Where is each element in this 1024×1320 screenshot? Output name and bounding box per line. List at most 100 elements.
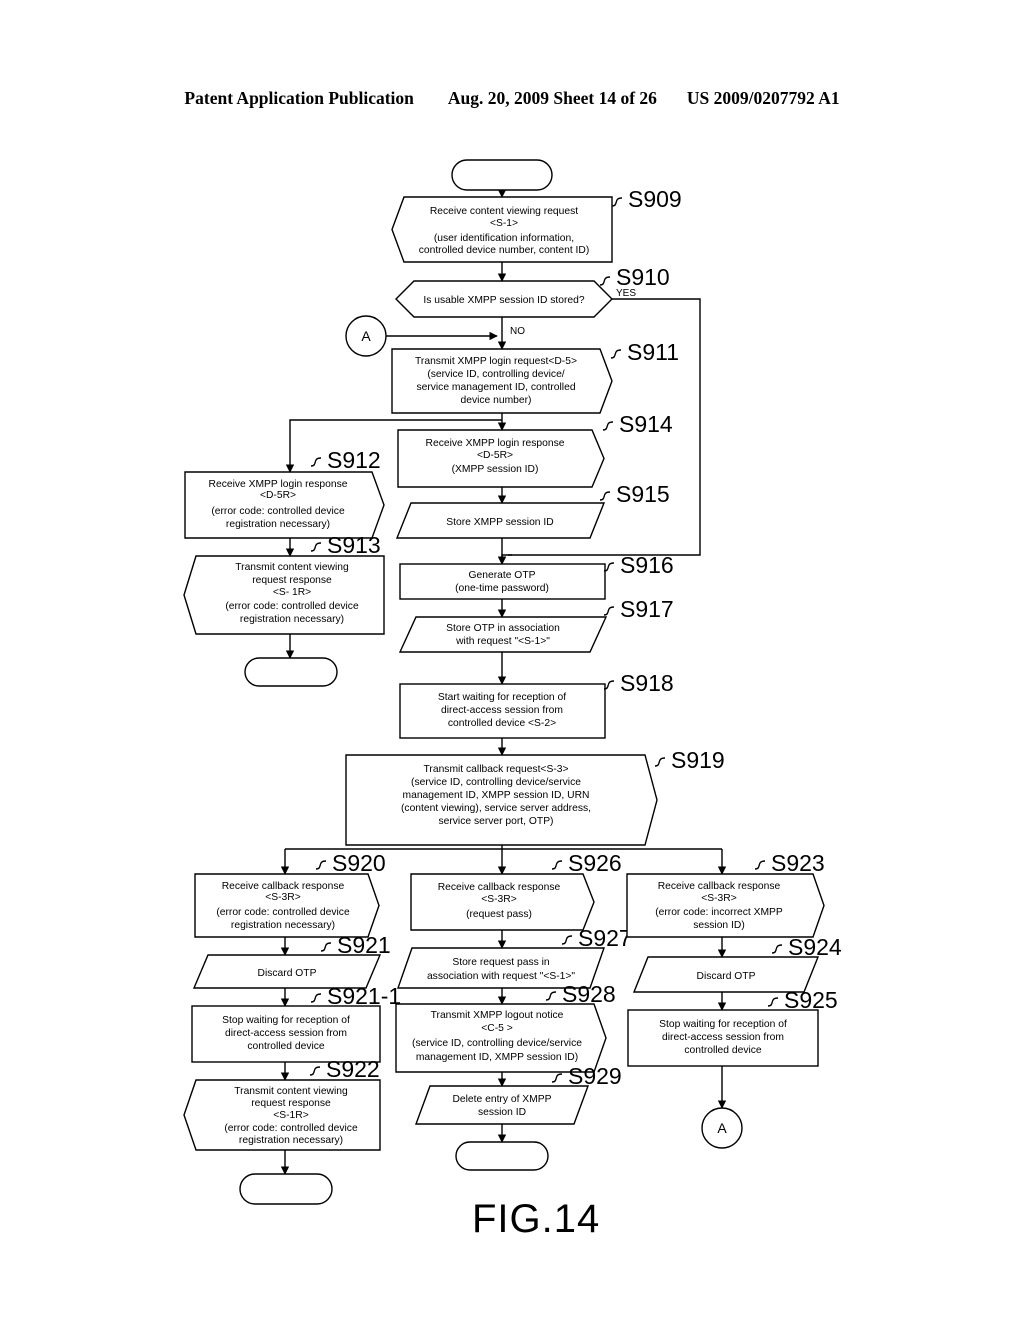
s921-1-step-label: S921-1 — [327, 983, 401, 1009]
s928-leader — [545, 991, 557, 1001]
node-s928: Transmit XMPP logout notice <C-5 > (serv… — [395, 981, 616, 1073]
s918-step-label: S918 — [620, 670, 674, 696]
s919-line-3: (content viewing), service server addres… — [401, 803, 591, 814]
node-s925: Stop waiting for reception of direct-acc… — [627, 987, 838, 1067]
s910-step-label: S910 — [616, 264, 670, 290]
s909-step-label: S909 — [628, 186, 682, 212]
node-end-terminator-bottom-middle — [455, 1141, 549, 1171]
s922-line-2: <S-1R> — [273, 1110, 309, 1121]
s927-step-label: S927 — [578, 925, 632, 951]
node-s918: Start waiting for reception of direct-ac… — [399, 670, 674, 739]
s929-leader — [551, 1073, 563, 1083]
s909-line-0: Receive content viewing request — [430, 206, 578, 217]
s919-line-4: service server port, OTP) — [438, 816, 553, 827]
s922-step-label: S922 — [326, 1056, 380, 1082]
s911-line-3: device number) — [461, 395, 532, 406]
s915-step-label: S915 — [616, 481, 670, 507]
s928-step-label: S928 — [562, 981, 616, 1007]
s922-leader — [309, 1066, 321, 1076]
s917-step-label: S917 — [620, 596, 674, 622]
s920-leader — [315, 860, 327, 870]
s923-line-0: Receive callback response — [658, 881, 781, 892]
patent-figure-page: Patent Application Publication Aug. 20, 2… — [0, 0, 1024, 1320]
s923-line-1: <S-3R> — [701, 893, 737, 904]
s919-line-2: management ID, XMPP session ID, URN — [403, 790, 590, 801]
s918-line-1: direct-access session from — [441, 705, 563, 716]
node-s922: Transmit content viewing request respons… — [183, 1056, 381, 1151]
s912-line-3: registration necessary) — [226, 519, 330, 530]
node-s921-1: Stop waiting for reception of direct-acc… — [191, 983, 401, 1063]
node-s924: Discard OTP S924 — [632, 934, 842, 993]
s914-line-1: <D-5R> — [477, 450, 513, 461]
s922-line-0: Transmit content viewing — [234, 1086, 348, 1097]
s918-line-0: Start waiting for reception of — [438, 692, 566, 703]
node-s914: Receive XMPP login response <D-5R> (XMPP… — [397, 411, 673, 488]
node-end-terminator-bottom-left — [239, 1173, 333, 1205]
s926-line-1: <S-3R> — [481, 894, 517, 905]
connector-a-bottom-label: A — [717, 1120, 727, 1136]
node-s917: Store OTP in association with request "<… — [398, 596, 674, 653]
node-s912: Receive XMPP login response <D-5R> (erro… — [184, 447, 385, 539]
s913-line-2: <S- 1R> — [273, 587, 311, 598]
s916-line-0: Generate OTP — [469, 570, 536, 581]
node-s915: Store XMPP session ID S915 — [395, 481, 670, 539]
s912-step-label: S912 — [327, 447, 381, 473]
s927-line-1: association with request "<S-1>" — [427, 971, 575, 982]
node-s916: Generate OTP (one-time password) S916 — [399, 552, 674, 600]
s920-step-label: S920 — [332, 850, 386, 876]
s913-step-label: S913 — [327, 532, 381, 558]
node-s926: Receive callback response <S-3R> (reques… — [410, 850, 622, 931]
s913-line-1: request response — [252, 575, 332, 586]
s909-leader — [611, 197, 623, 207]
s910-no-label: NO — [510, 326, 525, 337]
s927-line-0: Store request pass in — [452, 957, 550, 968]
s926-step-label: S926 — [568, 850, 622, 876]
s922-line-1: request response — [251, 1098, 331, 1109]
node-s910: Is usable XMPP session ID stored? S910 Y… — [395, 264, 670, 337]
connector-a-bottom: A — [701, 1107, 743, 1149]
s923-line-3: session ID) — [693, 920, 745, 931]
s923-line-2: (error code: incorrect XMPP — [655, 907, 783, 918]
flowchart-svg: Receive content viewing request <S-1> (u… — [183, 159, 842, 1241]
s924-step-label: S924 — [788, 934, 842, 960]
s917-line-1: with request "<S-1>" — [455, 636, 550, 647]
node-s920: Receive callback response <S-3R> (error … — [194, 850, 386, 938]
s912-line-0: Receive XMPP login response — [209, 479, 348, 490]
s915-leader — [599, 491, 611, 501]
s914-line-2: (XMPP session ID) — [452, 464, 539, 475]
s916-line-1: (one-time password) — [455, 583, 549, 594]
s925-line-1: direct-access session from — [662, 1032, 784, 1043]
node-s909: Receive content viewing request <S-1> (u… — [391, 186, 682, 263]
s919-step-label: S919 — [671, 747, 725, 773]
s911-line-2: service management ID, controlled — [416, 382, 575, 393]
s914-step-label: S914 — [619, 411, 673, 437]
s912-line-2: (error code: controlled device — [211, 506, 345, 517]
s925-step-label: S925 — [784, 987, 838, 1013]
s925-line-2: controlled device — [684, 1045, 762, 1056]
s919-line-0: Transmit callback request<S-3> — [424, 764, 569, 775]
connector-a-left-label: A — [361, 328, 371, 344]
s910-line-0: Is usable XMPP session ID stored? — [423, 295, 584, 306]
s919-leader — [654, 757, 666, 767]
s929-step-label: S929 — [568, 1063, 622, 1089]
s910-yes-label: YES — [616, 288, 636, 299]
s920-line-3: registration necessary) — [231, 920, 335, 931]
s923-leader — [754, 860, 766, 870]
s921-step-label: S921 — [337, 932, 391, 958]
s911-leader — [610, 349, 622, 359]
s925-line-0: Stop waiting for reception of — [659, 1019, 787, 1030]
node-s921: Discard OTP S921 — [192, 932, 391, 989]
node-s913: Transmit content viewing request respons… — [183, 532, 385, 635]
s928-line-1: <C-5 > — [481, 1023, 512, 1034]
s924-leader — [771, 944, 783, 954]
s920-line-2: (error code: controlled device — [216, 907, 350, 918]
s919-line-1: (service ID, controlling device/service — [411, 777, 581, 788]
s925-leader — [767, 997, 779, 1007]
s913-leader — [310, 542, 322, 552]
s917-leader — [603, 606, 615, 616]
s918-line-2: controlled device <S-2> — [448, 718, 556, 729]
s912-leader — [310, 457, 322, 467]
s921-leader — [320, 942, 332, 952]
s916-step-label: S916 — [620, 552, 674, 578]
s913-line-0: Transmit content viewing — [235, 562, 349, 573]
